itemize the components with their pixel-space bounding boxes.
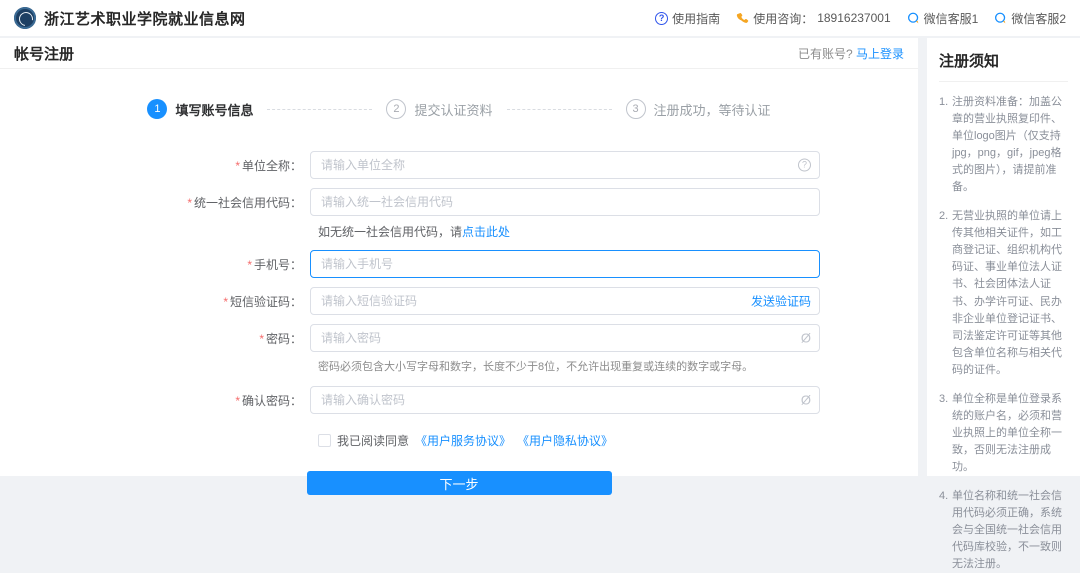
- site-title: 浙江艺术职业学院就业信息网: [44, 8, 246, 29]
- send-sms-code-button[interactable]: 发送验证码: [751, 293, 811, 310]
- eye-off-icon[interactable]: Ø: [801, 331, 811, 346]
- required-mark: *: [247, 258, 252, 272]
- step-2-label: 提交认证资料: [414, 100, 492, 119]
- unit-name-label: *单位全称：: [0, 157, 310, 174]
- consult-label: 使用咨询：: [753, 10, 813, 27]
- step-connector: [267, 109, 372, 110]
- chat-bubble-icon: [994, 12, 1007, 25]
- school-logo-icon: [14, 7, 36, 29]
- step-2: 2 提交认证资料: [386, 99, 492, 119]
- required-mark: *: [235, 159, 240, 173]
- guide-link[interactable]: ? 使用指南: [655, 10, 720, 27]
- credit-code-label: *统一社会信用代码：: [0, 194, 310, 211]
- unit-name-row: *单位全称： ?: [0, 151, 918, 179]
- agreement-text: 我已阅读同意: [337, 432, 409, 449]
- step-1: 1 填写账号信息: [147, 99, 253, 119]
- password-label: *密码：: [0, 330, 310, 347]
- phone-icon: [736, 12, 749, 25]
- required-mark: *: [187, 196, 192, 210]
- chat-bubble-icon: [907, 12, 920, 25]
- content-area: 帐号注册 已有账号? 马上登录 1 填写账号信息 2 提交认证资料: [0, 38, 1080, 476]
- login-now-link[interactable]: 马上登录: [856, 47, 904, 61]
- wechat-service-1-label: 微信客服1: [924, 10, 979, 27]
- sms-code-input[interactable]: [310, 287, 820, 315]
- notice-item: 3. 单位全称是单位登录系统的账户名，必须和营业执照上的单位全称一致，否则无法注…: [939, 391, 1068, 476]
- sms-code-label: *短信验证码：: [0, 293, 310, 310]
- confirm-password-label: *确认密码：: [0, 392, 310, 409]
- top-links: ? 使用指南 使用咨询： 18916237001 微信客服1: [655, 10, 1066, 27]
- help-question-icon[interactable]: ?: [798, 159, 811, 172]
- step-3-number: 3: [626, 99, 646, 119]
- service-agreement-link[interactable]: 《用户服务协议》: [415, 432, 511, 449]
- step-2-number: 2: [386, 99, 406, 119]
- page-title: 帐号注册: [14, 43, 74, 64]
- sms-code-input-wrap: 发送验证码: [310, 287, 820, 315]
- unit-name-input[interactable]: [310, 151, 820, 179]
- consult-info: 使用咨询： 18916237001: [736, 10, 890, 27]
- credit-code-tip-text: 如无统一社会信用代码，请: [318, 225, 462, 239]
- phone-label: *手机号：: [0, 256, 310, 273]
- stepper: 1 填写账号信息 2 提交认证资料 3 注册成功，等待认证: [0, 99, 918, 119]
- confirm-password-input[interactable]: [310, 386, 820, 414]
- registration-card-header: 帐号注册 已有账号? 马上登录: [0, 38, 918, 69]
- password-input-wrap: Ø: [310, 324, 820, 352]
- phone-input[interactable]: [310, 250, 820, 278]
- phone-row: *手机号：: [0, 250, 918, 278]
- sms-code-row: *短信验证码： 发送验证码: [0, 287, 918, 315]
- question-circle-icon: ?: [655, 12, 668, 25]
- next-step-button[interactable]: 下一步: [307, 471, 612, 495]
- required-mark: *: [223, 295, 228, 309]
- registration-card: 帐号注册 已有账号? 马上登录 1 填写账号信息 2 提交认证资料: [0, 38, 918, 476]
- notice-item: 4. 单位名称和统一社会信用代码必须正确，系统会与全国统一社会信用代码库校验，不…: [939, 488, 1068, 573]
- required-mark: *: [259, 332, 264, 346]
- phone-input-wrap: [310, 250, 820, 278]
- notice-panel: 注册须知 1. 注册资料准备：加盖公章的营业执照复印件、单位logo图片（仅支持…: [927, 38, 1080, 476]
- step-3: 3 注册成功，等待认证: [626, 99, 771, 119]
- notice-list: 1. 注册资料准备：加盖公章的营业执照复印件、单位logo图片（仅支持jpg，p…: [939, 94, 1068, 573]
- have-account-text: 已有账号?: [798, 47, 853, 61]
- step-1-number: 1: [147, 99, 167, 119]
- notice-title: 注册须知: [939, 38, 1068, 82]
- password-row: *密码： Ø: [0, 324, 918, 352]
- credit-code-input-wrap: [310, 188, 820, 216]
- wechat-service-2-label: 微信客服2: [1011, 10, 1066, 27]
- confirm-password-row: *确认密码： Ø: [0, 386, 918, 414]
- login-hint: 已有账号? 马上登录: [798, 45, 904, 62]
- wechat-service-2-link[interactable]: 微信客服2: [994, 10, 1066, 27]
- guide-link-label: 使用指南: [672, 10, 720, 27]
- credit-code-row: *统一社会信用代码：: [0, 188, 918, 216]
- eye-off-icon[interactable]: Ø: [801, 393, 811, 408]
- no-credit-code-link[interactable]: 点击此处: [462, 225, 510, 239]
- top-bar: 浙江艺术职业学院就业信息网 ? 使用指南 使用咨询： 18916237001 微信…: [0, 0, 1080, 36]
- notice-item: 2. 无营业执照的单位请上传其他相关证件，如工商登记证、组织机构代码证、事业单位…: [939, 208, 1068, 378]
- unit-name-input-wrap: ?: [310, 151, 820, 179]
- step-1-label: 填写账号信息: [175, 100, 253, 119]
- page: 浙江艺术职业学院就业信息网 ? 使用指南 使用咨询： 18916237001 微信…: [0, 0, 1080, 476]
- confirm-password-input-wrap: Ø: [310, 386, 820, 414]
- notice-item: 1. 注册资料准备：加盖公章的营业执照复印件、单位logo图片（仅支持jpg，p…: [939, 94, 1068, 196]
- password-input[interactable]: [310, 324, 820, 352]
- step-connector: [507, 109, 612, 110]
- agreement-row: 我已阅读同意 《用户服务协议》 《用户隐私协议》: [318, 432, 918, 449]
- wechat-service-1-link[interactable]: 微信客服1: [907, 10, 979, 27]
- brand: 浙江艺术职业学院就业信息网: [14, 7, 246, 29]
- required-mark: *: [235, 394, 240, 408]
- credit-code-tip: 如无统一社会信用代码，请点击此处: [318, 223, 918, 240]
- password-rule-hint: 密码必须包含大小写字母和数字，长度不少于8位，不允许出现重复或连续的数字或字母。: [318, 358, 918, 374]
- privacy-agreement-link[interactable]: 《用户隐私协议》: [517, 432, 613, 449]
- registration-form: *单位全称： ? *统一社会信用代码： 如无统一社会信用代码，请点击此处: [0, 151, 918, 495]
- credit-code-input[interactable]: [310, 188, 820, 216]
- consult-phone: 18916237001: [817, 11, 890, 25]
- agreement-checkbox[interactable]: [318, 434, 331, 447]
- step-3-label: 注册成功，等待认证: [654, 100, 771, 119]
